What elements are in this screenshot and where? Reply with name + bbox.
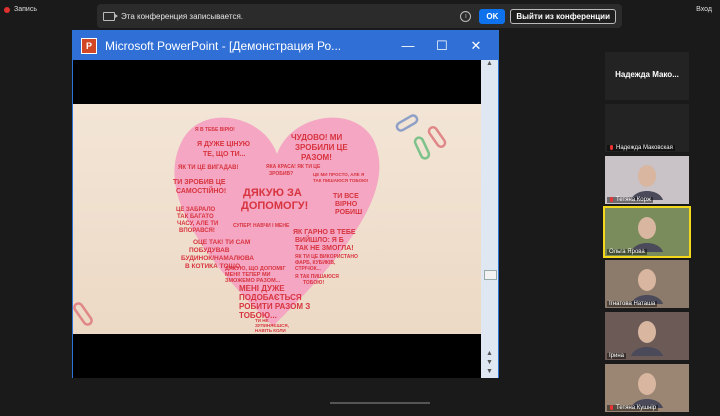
- participant-video-icon: [623, 160, 671, 200]
- heart-phrase: САМОСТІЙНО!: [176, 186, 226, 195]
- window-title: Microsoft PowerPoint - [Демонстрация Ро.…: [105, 38, 342, 53]
- ok-button[interactable]: OK: [479, 8, 506, 24]
- muted-mic-icon: [609, 145, 614, 151]
- heart-phrase: ВАЖКО!: [255, 333, 274, 334]
- powerpoint-logo-icon: P: [81, 37, 97, 54]
- heart-phrase: РАЗОМ!: [301, 153, 332, 162]
- heart-phrase: БУДИНОК/НАМАЛЮВА: [181, 255, 254, 262]
- participant-video-icon: [623, 264, 671, 304]
- close-button[interactable]: ✕: [464, 38, 488, 54]
- participant-video-icon: [623, 316, 671, 356]
- heart-phrase: ТИ ЗРОБИВ ЦЕ: [173, 179, 226, 186]
- heart-phrase: СУПЕР! НАВЧИ І МЕНЕ: [233, 223, 290, 229]
- scroll-up-icon[interactable]: ▲: [481, 60, 498, 70]
- participant-label: Ірина: [607, 353, 627, 359]
- participant-label: Тетяна Корж: [607, 197, 653, 203]
- camera-icon: [103, 11, 118, 21]
- participant-name: Ірина: [609, 353, 625, 359]
- heart-phrase: СТРІЧОК...: [295, 266, 321, 272]
- speaker-name: Надежда Мако...: [615, 70, 679, 79]
- participant-label: Тетяна Кушнір: [607, 405, 659, 411]
- participant-name: Тетяна Корж: [616, 197, 651, 203]
- bottom-handle[interactable]: [330, 402, 430, 404]
- participant-tile[interactable]: Ольга Ярова: [603, 206, 691, 258]
- participant-name: Ольга Ярова: [609, 249, 645, 255]
- recording-banner: Эта конференция записывается. i OK Выйти…: [97, 4, 622, 28]
- participant-tiles: Надежда Маковская Тетяна Корж Ольга Ярова І…: [600, 104, 692, 412]
- slide-canvas: Я В ТЕБЕ ВІРЮ! Я ДУЖЕ ЦІНУЮ ТЕ, ЩО ТИ... ЧУ…: [73, 114, 447, 338]
- heart-phrase: ДОПОМОГУ!: [241, 200, 308, 212]
- heart-phrase: ЦЕ ЗАБРАЛО: [176, 207, 216, 213]
- participant-label: Ігнатова Наташа: [607, 301, 658, 307]
- heart-phrase: ЯКА КРАСА! ЯК ТИ ЦЕ: [266, 164, 321, 170]
- heart-phrase: ПОБУДУВАВ: [189, 247, 230, 254]
- heart-phrase: ВІРНО: [335, 201, 358, 208]
- heart-phrase: ЗРОБИЛИ ЦЕ: [295, 143, 348, 152]
- minimize-button[interactable]: —: [396, 38, 420, 53]
- participant-video-icon: [623, 368, 671, 408]
- heart-phrase: Я ДУЖЕ ЦІНУЮ: [197, 141, 250, 148]
- participant-video-icon: [623, 212, 671, 252]
- participants-panel: Надежда Мако... Надежда Маковская Тетяна …: [600, 52, 692, 416]
- heart-phrase: РОБИШ: [335, 209, 362, 216]
- participant-tile[interactable]: Ірина: [605, 312, 689, 360]
- record-dot-icon: [4, 6, 10, 13]
- heart-phrase: ЧАСУ, АЛЕ ТИ: [177, 221, 218, 227]
- muted-mic-icon: [609, 197, 614, 203]
- heart-phrase: ТАК ПИШАЮСЯ ТОБОЮ!: [313, 178, 369, 183]
- participant-name: Тетяна Кушнір: [616, 405, 657, 411]
- heart-phrase: ОЦЕ ТАК! ТИ САМ: [193, 239, 250, 246]
- heart-phrase: ТИ ВСЕ: [333, 193, 359, 200]
- scroll-thumb[interactable]: [484, 270, 497, 280]
- leave-meeting-button[interactable]: Выйти из конференции: [510, 8, 616, 24]
- heart-phrase: ЧУДОВО! МИ: [291, 133, 342, 142]
- speaker-name-card[interactable]: Надежда Мако...: [605, 52, 689, 100]
- enter-label[interactable]: Вход: [696, 6, 712, 13]
- participant-label: Надежда Маковская: [607, 145, 675, 151]
- participant-tile[interactable]: Ігнатова Наташа: [605, 260, 689, 308]
- heart-phrase: ТАК БАГАТО: [177, 214, 214, 220]
- maximize-button[interactable]: ☐: [430, 38, 454, 54]
- vertical-scrollbar[interactable]: ▲ ▲ ▼ ▼: [481, 60, 498, 378]
- info-icon[interactable]: i: [460, 10, 472, 22]
- heart-phrase: ЯК ГАРНО В ТЕБЕ: [293, 229, 356, 236]
- recording-indicator: Запись: [4, 6, 37, 13]
- participant-label: Ольга Ярова: [607, 249, 647, 255]
- heart-phrase: ВПОРАВСЯ!: [179, 228, 215, 234]
- participant-tile[interactable]: Тетяна Корж: [605, 156, 689, 204]
- scroll-down-icon[interactable]: ▼: [481, 368, 498, 378]
- heart-phrase: ДЯКУЮ ЗА: [243, 187, 302, 199]
- participant-name: Ігнатова Наташа: [609, 301, 656, 307]
- heart-phrase: ПОДОБАЄТЬСЯ: [239, 293, 302, 302]
- participant-tile[interactable]: Надежда Маковская: [605, 104, 689, 152]
- heart-phrase: ТЕ, ЩО ТИ...: [203, 151, 246, 158]
- muted-mic-icon: [609, 405, 614, 411]
- participant-name: Надежда Маковская: [616, 145, 673, 151]
- heart-phrase: ЗРОБИВ?: [269, 171, 293, 177]
- window-titlebar[interactable]: P Microsoft PowerPoint - [Демонстрация Р…: [73, 31, 498, 60]
- heart-phrase: ВИЙШЛО: Я Б: [295, 235, 344, 244]
- recording-message: Эта конференция записывается.: [121, 11, 243, 21]
- heart-phrase: Я В ТЕБЕ ВІРЮ!: [195, 127, 235, 133]
- heart-phrase: ТАК НЕ ЗМОГЛА!: [295, 245, 354, 252]
- heart-phrase: ЯК ТИ ЦЕ ВИГАДАВ!: [178, 165, 239, 171]
- heart-phrase: ТОБОЮ!: [303, 280, 324, 286]
- recording-label: Запись: [14, 6, 37, 13]
- slide-stage: Я В ТЕБЕ ВІРЮ! Я ДУЖЕ ЦІНУЮ ТЕ, ЩО ТИ... ЧУ…: [73, 60, 481, 378]
- powerpoint-window: P Microsoft PowerPoint - [Демонстрация Р…: [72, 30, 499, 378]
- heart-phrase: РОБИТИ РАЗОМ З: [239, 302, 310, 311]
- heart-phrase: ЦЕ МИ ПРОСТО, АЛЕ Я: [313, 172, 364, 177]
- heart-phrase: МЕНІ ДУЖЕ: [239, 284, 285, 293]
- slide: Я В ТЕБЕ ВІРЮ! Я ДУЖЕ ЦІНУЮ ТЕ, ЩО ТИ... ЧУ…: [73, 104, 481, 338]
